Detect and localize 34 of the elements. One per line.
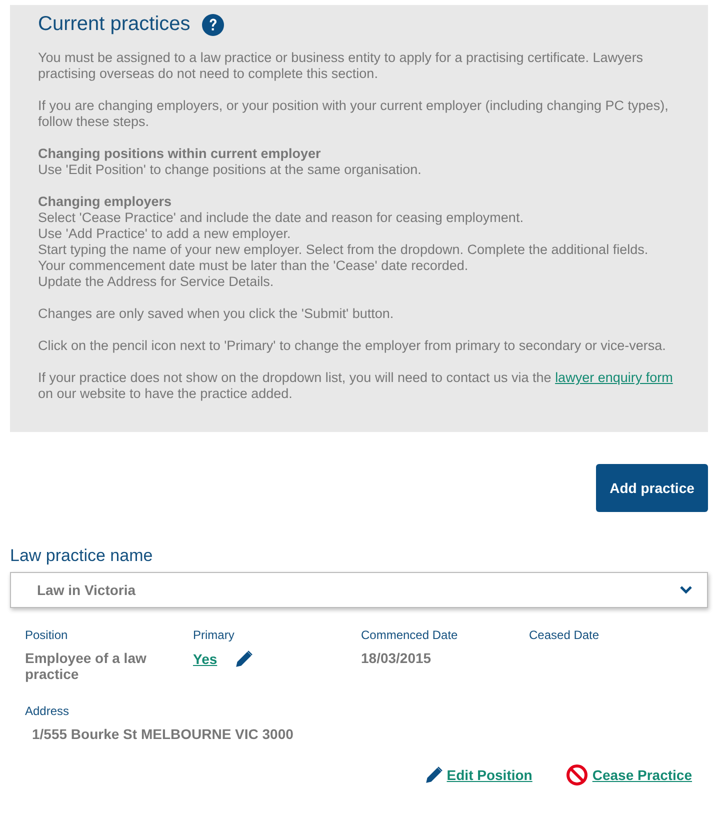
field-label: Law practice name <box>10 546 154 566</box>
field-value: Employee of a law practice <box>25 650 148 682</box>
help-icon[interactable] <box>202 14 224 36</box>
info-text: Use 'Add Practice' to add a new employer. <box>38 226 292 242</box>
info-text: Use 'Edit Position' to change positions at the same organisation. <box>38 162 422 178</box>
chevron-down-icon <box>679 585 693 595</box>
info-text: Start typing the name of your new employer. Select from the dropdown. Complete the additional fields. <box>38 242 650 258</box>
practice-dropdown[interactable]: Law in Victoria <box>10 572 708 608</box>
prohibited-icon[interactable] <box>566 764 588 786</box>
field-value: 18/03/2015 <box>361 650 432 666</box>
info-text: Update the Address for Service Details. <box>38 274 275 290</box>
address-value: 1/555 Bourke St MELBOURNE VIC 3000 <box>32 726 294 742</box>
pencil-icon[interactable] <box>424 766 443 784</box>
info-text: Click on the pencil icon next to 'Primary' to change the employer from primary to secondary or vice-versa. <box>38 338 667 354</box>
info-text: Changes are only saved when you click the 'Submit' button. <box>38 306 395 322</box>
action-link[interactable]: Cease Practice <box>592 767 692 783</box>
action-link[interactable]: Edit Position <box>446 767 532 783</box>
info-heading: Changing employers <box>38 194 173 210</box>
info-text: Your commencement date must be later than the 'Cease' date recorded. <box>38 258 470 274</box>
field-label: Address <box>25 704 70 718</box>
info-paragraph: If your practice does not show on the dropdown list, you will need to contact us via the lawyer enquiry form on our website to have the practice added. <box>38 370 674 402</box>
field-label: Ceased Date <box>529 628 600 642</box>
field-label: Commenced Date <box>361 628 459 642</box>
info-text: Select 'Cease Practice' and include the date and reason for ceasing employment. <box>38 210 524 226</box>
info-heading: Changing positions within current employer <box>38 146 322 162</box>
info-text: You must be assigned to a law practice or business entity to apply for a practising certificate. Lawyers practising overseas do not need to complete this section. <box>38 50 644 82</box>
section-title: Current practices <box>38 13 190 36</box>
pencil-icon[interactable] <box>235 650 254 668</box>
field-label: Primary <box>193 628 236 642</box>
add-practice-button[interactable]: Add practice <box>596 464 708 512</box>
field-label: Position <box>25 628 69 642</box>
enquiry-link[interactable]: lawyer enquiry form <box>555 370 673 385</box>
info-text: If you are changing employers, or your position with your current employer (including changing PC types), follow these steps. <box>38 98 670 130</box>
primary-link[interactable]: Yes <box>193 651 218 667</box>
